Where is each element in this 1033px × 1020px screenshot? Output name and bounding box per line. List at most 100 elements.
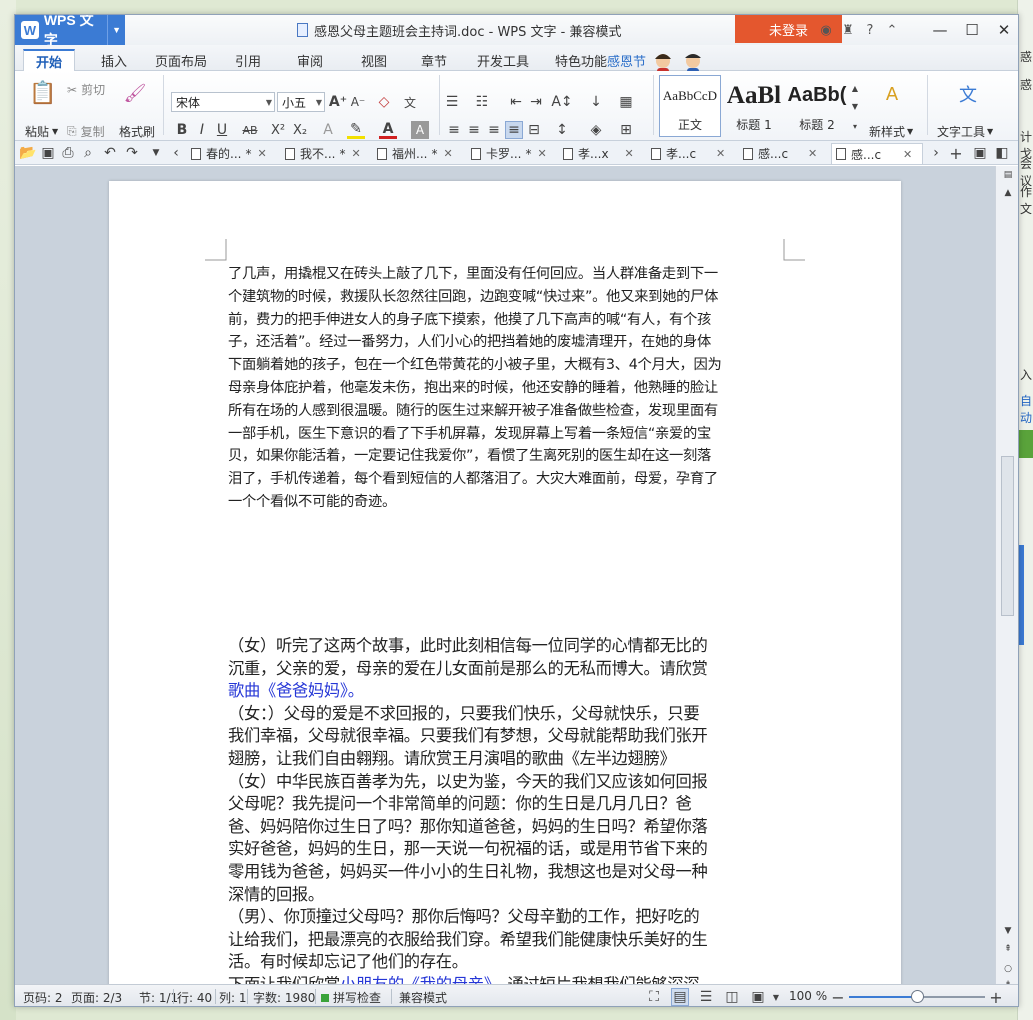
font-name-select[interactable]: 宋体 ▼ bbox=[171, 92, 275, 112]
italic-icon[interactable]: I bbox=[193, 121, 211, 139]
clear-format-icon[interactable]: ◇ bbox=[375, 93, 393, 111]
sort-icon[interactable]: ↓ bbox=[587, 93, 605, 111]
previous-page-button[interactable]: ⇞ bbox=[1000, 942, 1016, 956]
tab-insert[interactable]: 插入 bbox=[95, 49, 133, 71]
scroll-down-button[interactable]: ▼ bbox=[1000, 924, 1016, 938]
close-tab-icon[interactable]: ✕ bbox=[625, 147, 634, 160]
spell-check-toggle[interactable]: 拼写检查 bbox=[321, 989, 381, 1006]
print-preview-icon[interactable]: ⌕ bbox=[79, 144, 97, 162]
styles-scroll-down-icon[interactable]: ▼ bbox=[849, 97, 861, 115]
new-tab-icon[interactable]: + bbox=[947, 144, 965, 163]
doc-tab[interactable]: 我不... * ✕ bbox=[285, 143, 375, 164]
new-style-button[interactable]: 新样式 ▼ bbox=[869, 123, 913, 140]
zoom-slider-track[interactable] bbox=[849, 990, 985, 1003]
tab-developer[interactable]: 开发工具 bbox=[471, 49, 535, 71]
align-right-icon[interactable]: ≡ bbox=[485, 121, 503, 139]
subscript-icon[interactable]: X₂ bbox=[291, 121, 309, 139]
select-browse-object-button[interactable]: ○ bbox=[1000, 962, 1016, 976]
numbering-icon[interactable]: ☷ bbox=[473, 93, 491, 111]
justify-icon[interactable]: ≡ bbox=[505, 121, 523, 139]
help-icon[interactable]: ? bbox=[859, 19, 881, 41]
save-icon[interactable]: ▣ bbox=[39, 144, 57, 162]
split-view-icon[interactable]: ▤ bbox=[1000, 168, 1016, 182]
paste-icon[interactable]: 📋 bbox=[29, 79, 57, 107]
redo-icon[interactable]: ↷ bbox=[123, 144, 141, 162]
text-effect-icon[interactable]: A bbox=[319, 121, 337, 139]
tab-special-features[interactable]: 特色功能 bbox=[549, 49, 607, 71]
document-canvas[interactable]: 了几声，用撬棍又在砖头上敲了几下，里面没有任何回应。当人群准备走到下一 个建筑物… bbox=[15, 166, 995, 984]
doc-tab[interactable]: 孝...c ✕ bbox=[651, 143, 741, 164]
doc-tab[interactable]: 孝...x ✕ bbox=[563, 143, 645, 164]
scrollbar-thumb[interactable] bbox=[1001, 456, 1014, 616]
underline-icon[interactable]: U bbox=[213, 121, 231, 139]
close-tab-icon[interactable]: ✕ bbox=[443, 147, 452, 160]
doc-tab[interactable]: 福州... * ✕ bbox=[377, 143, 467, 164]
skin-icon[interactable]: ◉ bbox=[815, 19, 837, 41]
print-icon[interactable]: ⎙ bbox=[59, 144, 77, 162]
chevron-down-icon[interactable]: ▼ bbox=[767, 988, 785, 1006]
tab-chapter[interactable]: 章节 bbox=[415, 49, 453, 71]
styles-more-icon[interactable]: ▾ bbox=[849, 117, 861, 135]
line-spacing-icon[interactable]: ↕ bbox=[553, 121, 571, 139]
doc-tab[interactable]: 感...c ✕ bbox=[743, 143, 829, 164]
format-painter-button[interactable]: 格式刷 bbox=[119, 123, 155, 140]
tab-home[interactable]: 开始 bbox=[23, 49, 75, 71]
tab-list-icon[interactable]: ▣ bbox=[971, 144, 989, 162]
bold-icon[interactable]: B bbox=[173, 121, 191, 139]
tab-options-icon[interactable]: ◧ bbox=[993, 144, 1011, 162]
text-tools-icon[interactable]: 文 bbox=[955, 81, 981, 107]
copy-button[interactable]: ⎘ 复制 bbox=[67, 123, 105, 140]
tab-scroll-left-icon[interactable]: ‹ bbox=[167, 144, 185, 162]
tab-references[interactable]: 引用 bbox=[229, 49, 267, 71]
strikethrough-icon[interactable]: AB bbox=[241, 121, 259, 139]
outline-view-icon[interactable]: ☰ bbox=[697, 988, 715, 1006]
bullets-icon[interactable]: ☰ bbox=[443, 93, 461, 111]
paste-button[interactable]: 粘贴 ▼ bbox=[25, 123, 58, 140]
align-center-icon[interactable]: ≡ bbox=[465, 121, 483, 139]
close-tab-icon[interactable]: ✕ bbox=[808, 147, 817, 160]
decrease-indent-icon[interactable]: ⇤ bbox=[507, 93, 525, 111]
grow-font-icon[interactable]: A⁺ bbox=[329, 93, 347, 111]
minimize-button[interactable]: — bbox=[924, 15, 956, 45]
styles-scroll-up-icon[interactable]: ▲ bbox=[849, 79, 861, 97]
document-page[interactable]: 了几声，用撬棍又在砖头上敲了几下，里面没有任何回应。当人群准备走到下一 个建筑物… bbox=[109, 181, 901, 984]
highlight-icon[interactable]: ✎ bbox=[347, 121, 365, 139]
new-style-icon[interactable]: A bbox=[879, 81, 905, 107]
close-tab-icon[interactable]: ✕ bbox=[903, 148, 912, 161]
phonetic-guide-icon[interactable]: 文 bbox=[401, 93, 419, 111]
status-word-count[interactable]: 字数: 1980 bbox=[253, 989, 315, 1006]
shading-icon[interactable]: ◈ bbox=[587, 121, 605, 139]
zoom-out-button[interactable]: − bbox=[829, 988, 847, 1007]
font-color-icon[interactable]: A bbox=[379, 121, 397, 139]
close-tab-icon[interactable]: ✕ bbox=[351, 147, 360, 160]
align-left-icon[interactable]: ≡ bbox=[445, 121, 463, 139]
change-case-icon[interactable]: A↕ bbox=[551, 93, 572, 111]
close-tab-icon[interactable]: ✕ bbox=[257, 147, 266, 160]
doc-tab-active[interactable]: 感...c ✕ bbox=[831, 143, 923, 164]
cut-button[interactable]: ✂ 剪切 bbox=[67, 81, 105, 98]
app-menu-button[interactable]: W WPS 文字 ▼ bbox=[15, 15, 125, 48]
page-view-icon[interactable]: ▤ bbox=[671, 988, 689, 1006]
text-tools-button[interactable]: 文字工具 ▼ bbox=[937, 123, 993, 140]
table-icon[interactable]: ▦ bbox=[617, 93, 635, 111]
close-button[interactable]: ✕ bbox=[988, 15, 1018, 45]
zoom-in-button[interactable]: + bbox=[987, 988, 1005, 1007]
tab-scroll-right-icon[interactable]: › bbox=[927, 144, 945, 162]
doc-tab[interactable]: 卡罗... * ✕ bbox=[471, 143, 561, 164]
borders-icon[interactable]: ⊞ bbox=[617, 121, 635, 139]
distributed-icon[interactable]: ⊟ bbox=[525, 121, 543, 139]
char-shading-icon[interactable]: A bbox=[411, 121, 429, 139]
style-normal[interactable]: AaBbCcD 正文 bbox=[659, 75, 721, 137]
reading-view-icon[interactable]: ▣ bbox=[749, 988, 767, 1006]
close-tab-icon[interactable]: ✕ bbox=[716, 147, 725, 160]
tab-view[interactable]: 视图 bbox=[355, 49, 393, 71]
zoom-level[interactable]: 100 % bbox=[789, 989, 827, 1003]
superscript-icon[interactable]: X² bbox=[269, 121, 287, 139]
zoom-slider-thumb[interactable] bbox=[911, 990, 924, 1003]
doc-tab[interactable]: 春的... * ✕ bbox=[191, 143, 281, 164]
tab-page-layout[interactable]: 页面布局 bbox=[149, 49, 213, 71]
full-screen-view-icon[interactable]: ⛶ bbox=[645, 988, 663, 1006]
open-icon[interactable]: 📂 bbox=[19, 144, 37, 162]
format-painter-icon[interactable]: 🖌 bbox=[123, 81, 147, 105]
undo-icon[interactable]: ↶ bbox=[101, 144, 119, 162]
